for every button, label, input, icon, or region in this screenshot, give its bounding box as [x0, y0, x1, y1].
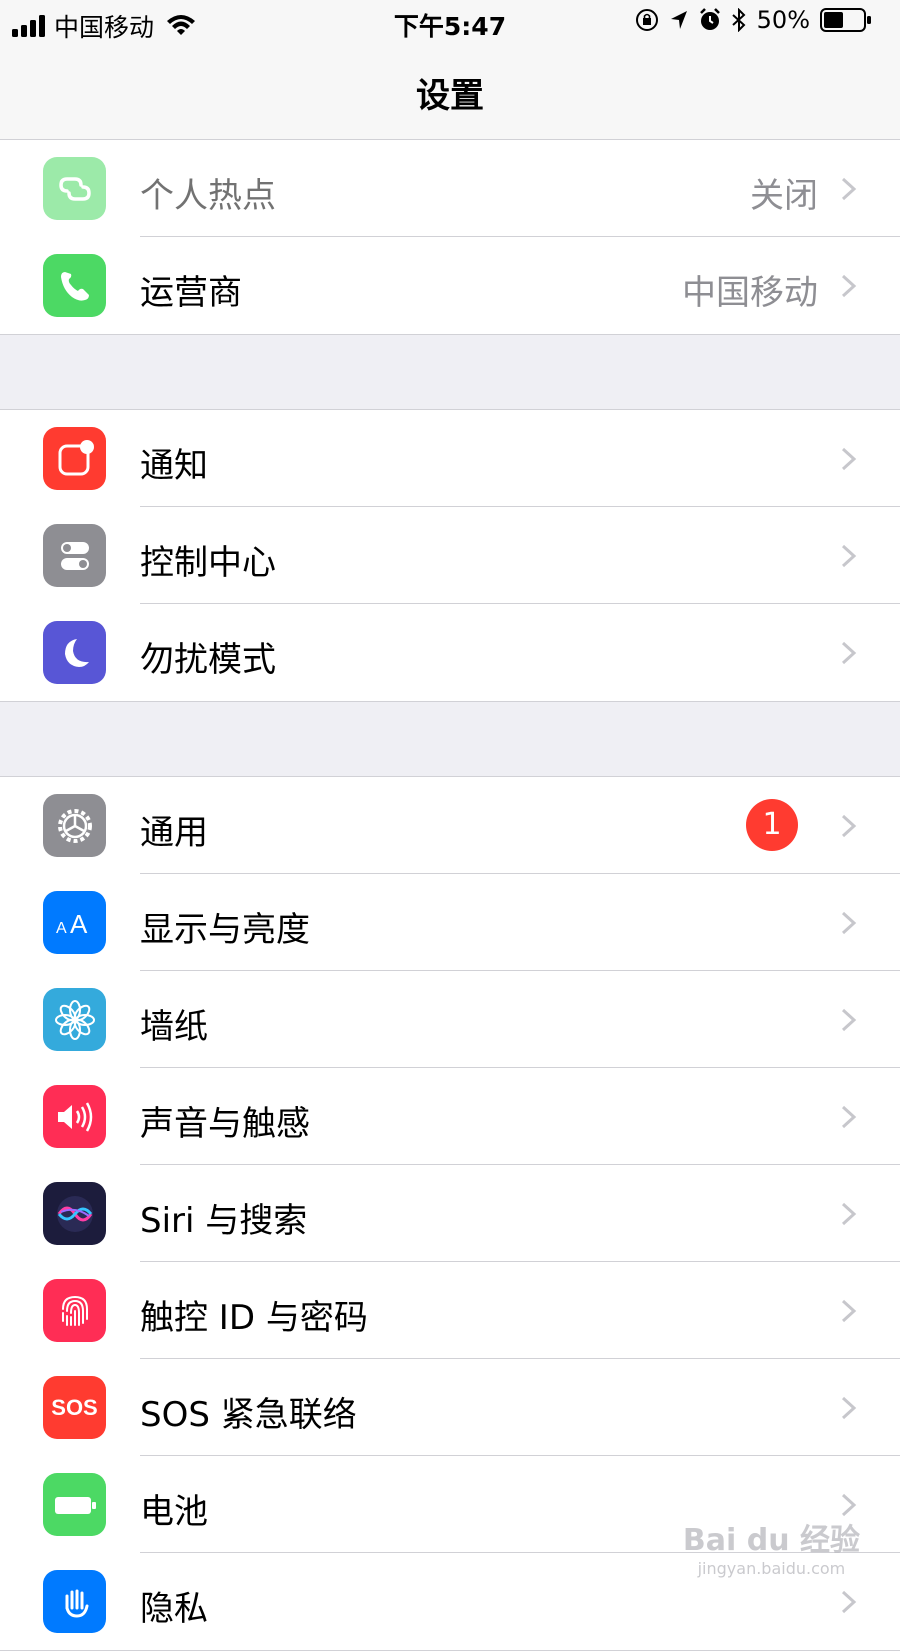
siri-icon — [43, 1182, 106, 1245]
sos-icon: SOS — [43, 1376, 106, 1439]
settings-row-value: 中国移动 — [682, 265, 818, 314]
settings-row-label: 运营商 — [140, 265, 242, 314]
svg-text:A: A — [70, 909, 88, 939]
watermark-url: jingyan.baidu.com — [683, 1559, 860, 1578]
settings-row-label: 墙纸 — [140, 999, 208, 1048]
settings-row-notifications[interactable]: 通知 — [0, 410, 900, 507]
flower-icon — [43, 988, 106, 1051]
group-spacer — [0, 702, 900, 776]
hotspot-icon — [43, 157, 106, 220]
settings-row-label: 电池 — [140, 1484, 208, 1533]
settings-row-value: 关闭 — [750, 168, 818, 217]
settings-row-general[interactable]: 通用 1 — [0, 777, 900, 874]
control-center-icon — [43, 524, 106, 587]
settings-row-do-not-disturb[interactable]: 勿扰模式 — [0, 604, 900, 701]
watermark-brand: Bai du 经验 — [683, 1523, 860, 1558]
privacy-hand-icon — [43, 1570, 106, 1633]
settings-list: 个人热点 关闭 运营商 中国移动 通知 — [0, 140, 900, 1651]
speaker-icon — [43, 1085, 106, 1148]
chevron-right-icon — [840, 910, 858, 936]
settings-row-hotspot[interactable]: 个人热点 关闭 — [0, 140, 900, 237]
settings-row-wallpaper[interactable]: 墙纸 — [0, 971, 900, 1068]
settings-row-siri-search[interactable]: Siri 与搜索 — [0, 1165, 900, 1262]
status-right: 50% — [635, 6, 872, 34]
phone-icon — [43, 254, 106, 317]
settings-row-label: 声音与触感 — [140, 1096, 310, 1145]
chevron-right-icon — [840, 1395, 858, 1421]
chevron-right-icon — [840, 640, 858, 666]
chevron-right-icon — [840, 1007, 858, 1033]
chevron-right-icon — [840, 1201, 858, 1227]
battery-percent: 50% — [757, 6, 810, 34]
chevron-right-icon — [840, 813, 858, 839]
chevron-right-icon — [840, 1589, 858, 1615]
chevron-right-icon — [840, 176, 858, 202]
settings-row-label: Siri 与搜索 — [140, 1193, 307, 1242]
watermark: Bai du 经验 jingyan.baidu.com — [683, 1515, 860, 1578]
battery-status-icon — [820, 8, 872, 32]
group-spacer — [0, 335, 900, 409]
text-size-icon: A A — [43, 891, 106, 954]
settings-row-label: 控制中心 — [140, 535, 276, 584]
settings-row-sounds-haptics[interactable]: 声音与触感 — [0, 1068, 900, 1165]
settings-row-label: SOS 紧急联络 — [140, 1387, 357, 1436]
chevron-right-icon — [840, 446, 858, 472]
settings-row-label: 勿扰模式 — [140, 632, 276, 681]
fingerprint-icon — [43, 1279, 106, 1342]
chevron-right-icon — [840, 1298, 858, 1324]
settings-row-label: 隐私 — [140, 1581, 208, 1630]
page-title: 设置 — [0, 68, 900, 117]
settings-row-emergency-sos[interactable]: SOS SOS 紧急联络 — [0, 1359, 900, 1456]
alarm-icon — [699, 8, 721, 32]
notifications-icon — [43, 427, 106, 490]
chevron-right-icon — [840, 273, 858, 299]
settings-row-label: 个人热点 — [140, 168, 276, 217]
bluetooth-icon — [731, 8, 747, 32]
settings-group-notifications: 通知 控制中心 勿扰模式 — [0, 409, 900, 702]
settings-row-label: 触控 ID 与密码 — [140, 1290, 368, 1339]
svg-text:A: A — [56, 920, 67, 937]
battery-icon — [43, 1473, 106, 1536]
navigation-bar: 设置 — [0, 44, 900, 140]
settings-row-touch-id-passcode[interactable]: 触控 ID 与密码 — [0, 1262, 900, 1359]
update-badge: 1 — [746, 799, 798, 851]
settings-group-network: 个人热点 关闭 运营商 中国移动 — [0, 140, 900, 335]
settings-row-display-brightness[interactable]: A A 显示与亮度 — [0, 874, 900, 971]
settings-row-label: 通知 — [140, 438, 208, 487]
settings-row-control-center[interactable]: 控制中心 — [0, 507, 900, 604]
settings-row-label: 通用 — [140, 805, 208, 854]
gear-icon — [43, 794, 106, 857]
chevron-right-icon — [840, 1104, 858, 1130]
settings-row-label: 显示与亮度 — [140, 902, 310, 951]
location-icon — [669, 9, 689, 31]
chevron-right-icon — [840, 543, 858, 569]
orientation-lock-icon — [635, 8, 659, 32]
settings-row-carrier[interactable]: 运营商 中国移动 — [0, 237, 900, 334]
status-bar: 中国移动 下午5:47 50% — [0, 0, 900, 44]
sos-icon-text: SOS — [51, 1395, 97, 1421]
moon-icon — [43, 621, 106, 684]
